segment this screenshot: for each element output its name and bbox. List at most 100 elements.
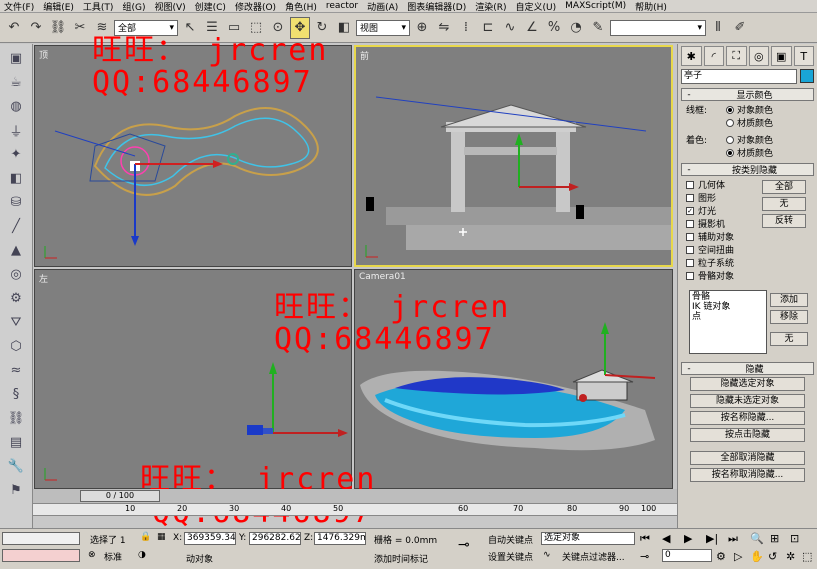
align-icon[interactable]: ⊏ <box>478 17 498 39</box>
category-checkbox[interactable] <box>686 219 694 228</box>
box-icon[interactable]: ◧ <box>4 168 28 189</box>
angle-snap-icon[interactable]: ∠ <box>522 17 542 39</box>
current-frame-field[interactable]: 0 <box>662 549 712 562</box>
key-mode-icon[interactable]: ⊸ <box>640 550 649 563</box>
hide-selected-button[interactable]: 隐藏选定对象 <box>690 377 805 391</box>
menu-rendering[interactable]: 渲染(R) <box>475 0 506 13</box>
unhide-all-button[interactable]: 全部取消隐藏 <box>690 451 805 465</box>
shaded-object-color-radio[interactable] <box>726 135 734 144</box>
hide-by-hit-button[interactable]: 按点击隐藏 <box>690 428 805 442</box>
menu-animation[interactable]: 动画(A) <box>367 0 398 13</box>
category-checkbox[interactable] <box>686 258 694 267</box>
hide-unselected-button[interactable]: 隐藏未选定对象 <box>690 394 805 408</box>
mirror-icon[interactable]: ⇋ <box>434 17 454 39</box>
arc-rotate-icon[interactable]: ✲ <box>786 550 795 563</box>
lamp-icon[interactable]: ⚑ <box>4 480 28 501</box>
object-color-swatch[interactable] <box>800 69 814 83</box>
clear-category-button[interactable]: 无 <box>770 332 808 346</box>
prev-frame-icon[interactable]: ◀ <box>662 532 670 545</box>
category-bone-objects[interactable]: 骨骼对象 <box>678 269 734 282</box>
rollout-hide[interactable]: - 隐藏 <box>681 362 814 375</box>
named-selection-sets-select[interactable]: ▾ <box>610 19 706 36</box>
pyramid-icon[interactable]: ⛛ <box>4 312 28 333</box>
unlink-icon[interactable]: ✂ <box>70 17 90 39</box>
maxscript-listener[interactable] <box>2 532 80 545</box>
undo-icon[interactable]: ↶ <box>4 17 24 39</box>
menu-customize[interactable]: 自定义(U) <box>516 0 557 13</box>
wireframe-object-color-radio[interactable] <box>726 105 734 114</box>
menu-edit[interactable]: 编辑(E) <box>43 0 74 13</box>
menu-help[interactable]: 帮助(H) <box>635 0 667 13</box>
rollout-display-color[interactable]: - 显示颜色 <box>681 88 814 101</box>
motion-tab-icon[interactable]: ◎ <box>748 46 769 66</box>
maxscript-mini-listener[interactable] <box>2 549 80 562</box>
curve-editor-icon[interactable]: ✐ <box>730 17 750 39</box>
menu-tools[interactable]: 工具(T) <box>83 0 114 13</box>
select-and-scale-icon[interactable]: ◧ <box>334 17 354 39</box>
set-key-button[interactable]: 设置关键点 <box>488 550 533 563</box>
category-checkbox[interactable] <box>686 232 694 241</box>
y-coordinate-field[interactable]: 296282.62 <box>249 532 301 545</box>
time-config-icon[interactable]: ⚙ <box>716 550 726 563</box>
category-particle-systems[interactable]: 粒子系统 <box>678 256 734 269</box>
category-checkbox[interactable] <box>686 245 694 254</box>
list-item[interactable]: IK 链对象 <box>692 302 764 312</box>
absolute-mode-icon[interactable]: ▦ <box>157 532 166 542</box>
go-to-start-icon[interactable]: ⏮ <box>640 532 650 546</box>
display-tab-icon[interactable]: ▣ <box>771 46 792 66</box>
mirror-tool-icon[interactable]: ⫴ <box>708 17 728 39</box>
torus-icon[interactable]: ◎ <box>4 264 28 285</box>
menu-file[interactable]: 文件(F) <box>4 0 34 13</box>
spinner-snap-icon[interactable]: ◔ <box>566 17 586 39</box>
teapot-icon[interactable]: ☕ <box>4 72 28 93</box>
create-tab-icon[interactable]: ✱ <box>681 46 702 66</box>
time-slider-thumb[interactable]: 0 / 100 <box>80 490 160 502</box>
menu-modifiers[interactable]: 修改器(O) <box>235 0 276 13</box>
gear-icon[interactable]: ⚙ <box>4 288 28 309</box>
category-listbox[interactable]: 骨骼 IK 链对象 点 <box>689 290 767 354</box>
plane-icon[interactable]: ⏚ <box>4 120 28 141</box>
orbit-icon[interactable]: ↺ <box>768 550 777 563</box>
hide-all-button[interactable]: 全部 <box>762 180 806 194</box>
list-item[interactable]: 点 <box>692 312 764 322</box>
lock-selection-icon[interactable]: 🔒 <box>140 532 151 542</box>
hide-none-button[interactable]: 无 <box>762 197 806 211</box>
next-frame-icon[interactable]: ▶| <box>706 532 718 545</box>
menu-graph-editors[interactable]: 图表编辑器(D) <box>407 0 466 13</box>
x-coordinate-field[interactable]: 369359.34 <box>184 532 236 545</box>
go-to-end-icon[interactable]: ⏭ <box>728 532 738 546</box>
z-coordinate-field[interactable]: 1476.329m <box>314 532 366 545</box>
wireframe-material-color-radio[interactable] <box>726 118 734 127</box>
add-category-button[interactable]: 添加 <box>770 293 808 307</box>
time-slider[interactable]: 0 / 100 <box>33 489 677 504</box>
remove-category-button[interactable]: 移除 <box>770 310 808 324</box>
play-icon[interactable]: ▶ <box>684 532 692 545</box>
category-cameras[interactable]: 摄影机 <box>678 217 734 230</box>
rollout-hide-by-category[interactable]: - 按类别隐藏 <box>681 163 814 176</box>
hide-invert-button[interactable]: 反转 <box>762 214 806 228</box>
cone-icon[interactable]: ▲ <box>4 240 28 261</box>
auto-key-button[interactable]: 自动关键点 <box>488 533 533 546</box>
create-box-icon[interactable]: ▣ <box>4 48 28 69</box>
page-icon[interactable]: ▤ <box>4 432 28 453</box>
sphere-icon[interactable]: ◍ <box>4 96 28 117</box>
menu-views[interactable]: 视图(V) <box>154 0 185 13</box>
menu-reactor[interactable]: reactor <box>326 1 358 11</box>
snap-toggle-icon[interactable]: ∿ <box>500 17 520 39</box>
maximize-viewport-icon[interactable]: ⬚ <box>802 550 812 563</box>
category-shapes[interactable]: 图形 <box>678 191 734 204</box>
category-checkbox-checked[interactable]: ✓ <box>686 206 694 215</box>
viewport-front[interactable]: 前 <box>354 45 673 267</box>
link-icon[interactable]: ⛓ <box>48 17 68 39</box>
field-of-view-icon[interactable]: ▷ <box>734 550 742 563</box>
wave-icon[interactable]: ≈ <box>4 360 28 381</box>
star-icon[interactable]: ✦ <box>4 144 28 165</box>
moon-icon[interactable]: ◑ <box>138 550 146 560</box>
wrench-icon[interactable]: 🔧 <box>4 456 28 477</box>
reference-coordinate-select[interactable]: 视图 ▾ <box>356 19 410 36</box>
hedra-icon[interactable]: ⬡ <box>4 336 28 357</box>
category-checkbox[interactable] <box>686 193 694 202</box>
pan-icon[interactable]: ✋ <box>750 550 764 563</box>
shaded-material-color-radio[interactable] <box>726 148 734 157</box>
zoom-icon[interactable]: 🔍 <box>750 532 764 545</box>
